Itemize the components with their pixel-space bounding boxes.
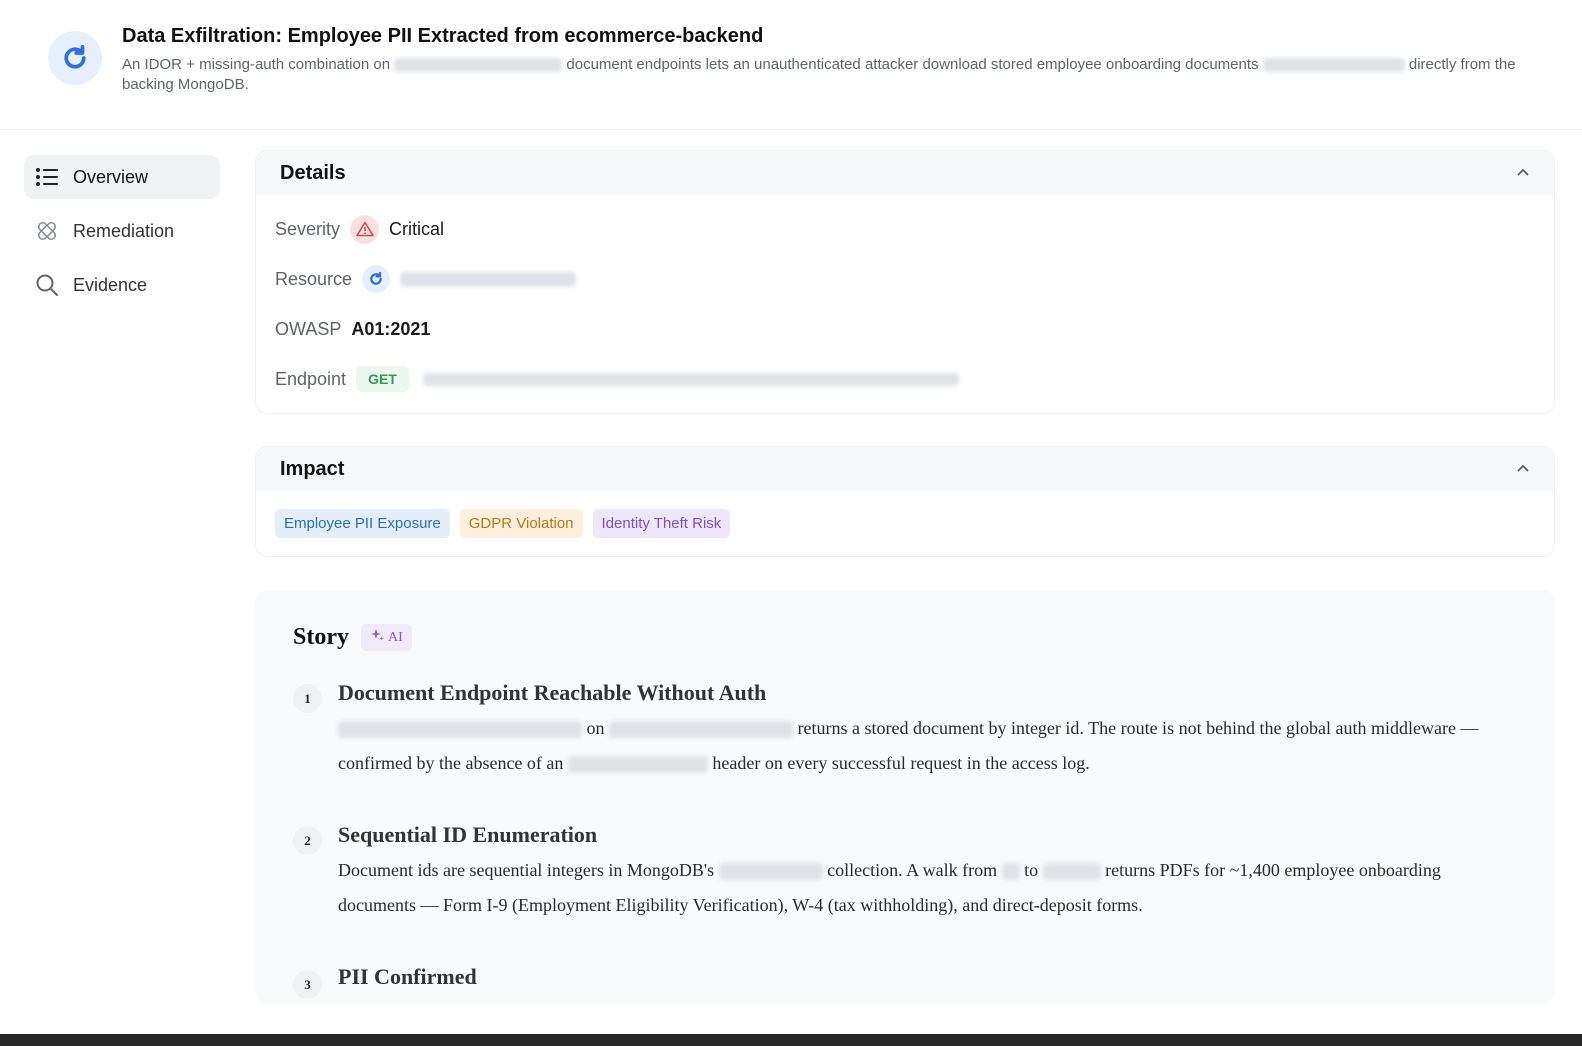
description-text: An IDOR + missing-auth combination on — [122, 56, 391, 73]
impact-tag: GDPR Violation — [459, 509, 583, 538]
impact-tag: Employee PII Exposure — [275, 509, 450, 538]
owasp-label: OWASP — [275, 318, 342, 339]
redacted-code — [609, 721, 793, 739]
story-step: 1 Document Endpoint Reachable Without Au… — [293, 680, 1523, 780]
sidebar-item-remediation[interactable]: Remediation — [24, 209, 220, 253]
sparkle-icon — [370, 628, 384, 647]
window-bottom-edge — [0, 1034, 1582, 1046]
impact-panel-header[interactable]: Impact — [256, 447, 1554, 491]
refresh-logo-icon — [48, 31, 102, 85]
step-title: Document Endpoint Reachable Without Auth — [338, 680, 767, 705]
list-icon — [34, 164, 60, 190]
chevron-up-icon[interactable] — [1516, 164, 1530, 182]
details-panel: Details Severity Critical Resource OWASP… — [255, 150, 1555, 414]
finding-header: Data Exfiltration: Employee PII Extracte… — [0, 0, 1582, 130]
resource-label: Resource — [275, 268, 353, 289]
step-title: PII Confirmed — [338, 964, 477, 989]
story-section: Story AI 1 Document Endpoint Reachable W… — [255, 590, 1555, 1004]
endpoint-url[interactable] — [422, 372, 959, 386]
description-text: document endpoints lets an unauthenticat… — [566, 56, 1259, 73]
redacted-code — [718, 863, 823, 881]
impact-tag: Identity Theft Risk — [592, 509, 731, 538]
page-title: Data Exfiltration: Employee PII Extracte… — [122, 25, 764, 47]
severity-value: Critical — [389, 218, 445, 239]
sidebar-item-evidence[interactable]: Evidence — [24, 263, 220, 307]
owasp-row: OWASP A01:2021 — [256, 304, 1554, 354]
sidebar-item-overview[interactable]: Overview — [24, 155, 220, 199]
sidebar-item-label: Overview — [73, 166, 149, 187]
redacted-code — [338, 721, 582, 739]
story-step: 2 Sequential ID Enumeration Document ids… — [293, 822, 1523, 922]
http-method-badge: GET — [356, 366, 409, 392]
warning-icon — [350, 214, 380, 244]
step-text: header on every successful request in th… — [712, 753, 1090, 773]
chevron-up-icon[interactable] — [1516, 460, 1530, 478]
owasp-value: A01:2021 — [351, 318, 431, 339]
step-body: on returns a stored document by integer … — [338, 711, 1518, 781]
step-number: 2 — [293, 826, 322, 855]
details-panel-header[interactable]: Details — [256, 151, 1554, 195]
redacted-code — [567, 756, 708, 774]
redacted-code — [1001, 863, 1020, 881]
step-number: 3 — [293, 970, 322, 999]
resource-icon — [362, 265, 391, 293]
search-icon — [34, 272, 60, 298]
step-body: Document ids are sequential integers in … — [338, 853, 1518, 923]
page-description: An IDOR + missing-auth combination on do… — [122, 55, 1522, 95]
step-title: Sequential ID Enumeration — [338, 822, 598, 847]
resource-link[interactable] — [400, 271, 577, 287]
redacted-text — [394, 58, 563, 73]
resource-row: Resource — [256, 254, 1554, 304]
redacted-code — [1042, 863, 1101, 881]
impact-tags: Employee PII Exposure GDPR Violation Ide… — [256, 491, 1554, 556]
redacted-text — [1262, 58, 1405, 73]
step-text: to — [1024, 860, 1039, 880]
bandage-icon — [34, 218, 60, 244]
severity-label: Severity — [275, 218, 341, 239]
endpoint-label: Endpoint — [275, 368, 347, 389]
sidebar-nav: Overview Remediation Evidence — [24, 155, 220, 317]
ai-badge: AI — [361, 624, 412, 651]
step-text: collection. A walk from — [827, 860, 998, 880]
endpoint-row: Endpoint GET — [256, 354, 1554, 404]
story-step: 3 PII Confirmed — [293, 964, 1523, 1004]
step-text: on — [586, 718, 605, 738]
severity-row: Severity Critical — [256, 204, 1554, 254]
impact-panel: Impact Employee PII Exposure GDPR Violat… — [255, 446, 1555, 557]
sidebar-item-label: Remediation — [73, 220, 175, 241]
step-number: 1 — [293, 684, 322, 713]
impact-title: Impact — [280, 457, 345, 480]
step-text: Document ids are sequential integers in … — [338, 860, 715, 880]
story-title: Story — [293, 624, 349, 650]
sidebar-item-label: Evidence — [73, 274, 148, 295]
details-title: Details — [280, 161, 346, 184]
ai-badge-label: AI — [388, 629, 403, 645]
